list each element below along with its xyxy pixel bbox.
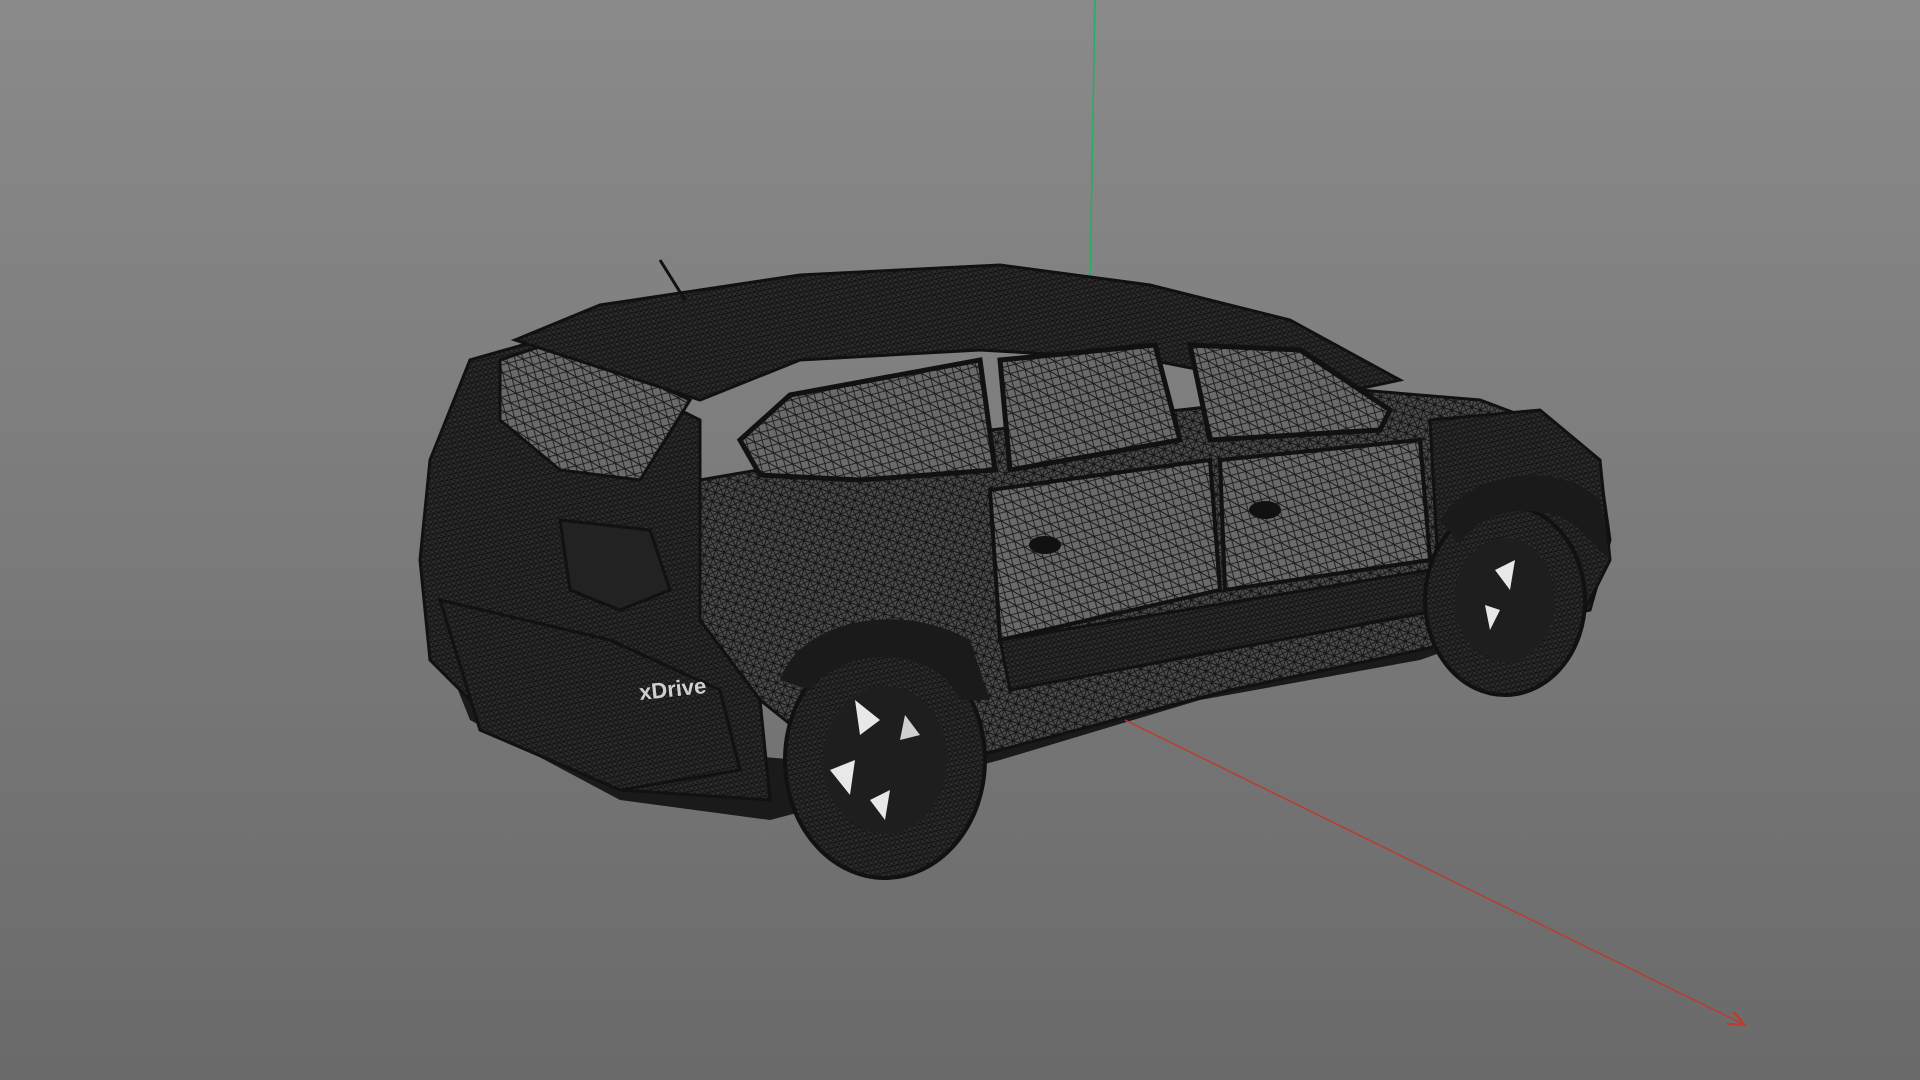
scene-canvas[interactable]: xDrive: [0, 0, 1920, 1080]
front-wheel: [1423, 503, 1587, 697]
car-door-handle-rear: [1029, 536, 1061, 554]
y-axis-line: [1089, 0, 1096, 286]
x-axis-line: [1124, 719, 1745, 1025]
car-window-rear: [736, 357, 998, 483]
3d-viewport[interactable]: xDrive: [0, 0, 1920, 1080]
car-model[interactable]: xDrive: [418, 259, 1612, 880]
car-door-handle-front: [1249, 501, 1281, 519]
